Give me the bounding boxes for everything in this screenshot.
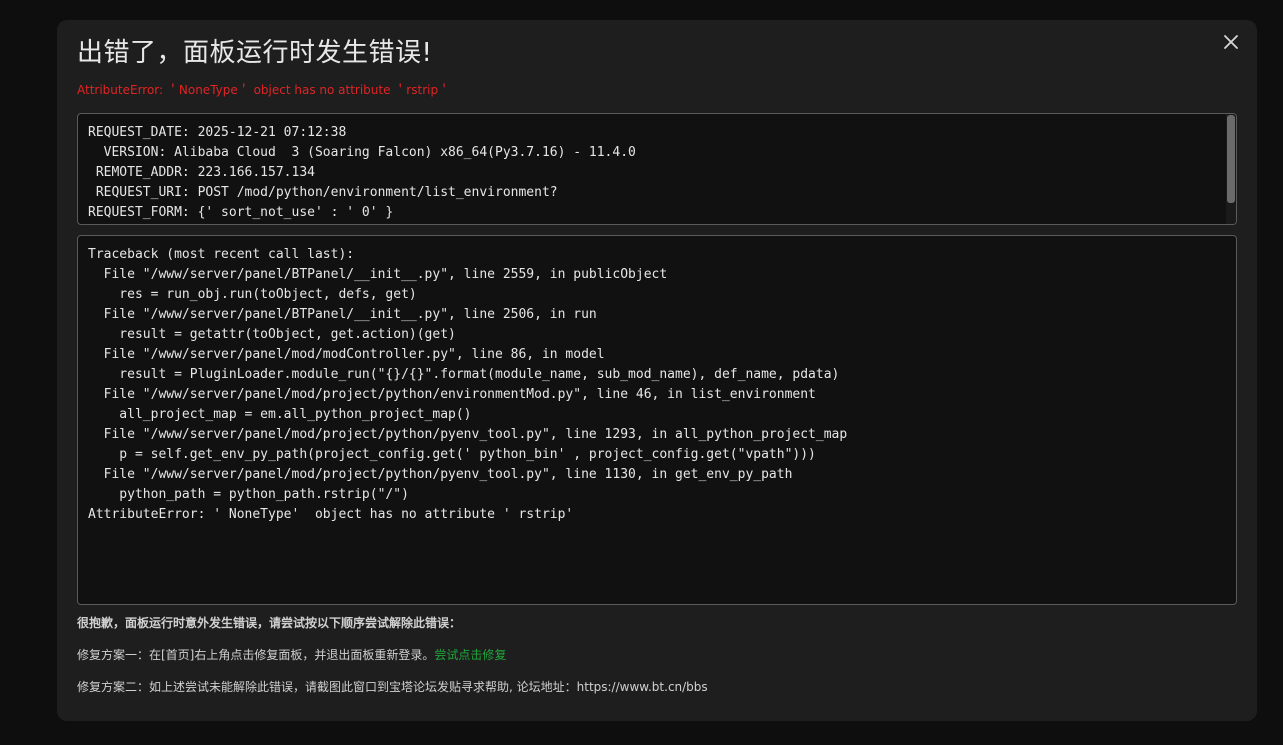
fix-option-1: 修复方案一：在[首页]右上角点击修复面板，并退出面板重新登录。尝试点击修复 (77, 646, 506, 663)
traceback-line: p = self.get_env_py_path(project_config.… (88, 447, 816, 462)
request-scrollbar-thumb[interactable] (1227, 115, 1235, 203)
traceback-box[interactable]: Traceback (most recent call last): File … (77, 235, 1237, 605)
request-uri-line: REQUEST_URI: POST /mod/python/environmen… (88, 185, 558, 200)
close-icon (1224, 35, 1238, 49)
remote-addr-line: REMOTE_ADDR: 223.166.157.134 (88, 165, 315, 180)
fix-option-2: 修复方案二：如上述尝试未能解除此错误，请截图此窗口到宝塔论坛发贴寻求帮助, 论坛… (77, 680, 708, 694)
version-line: VERSION: Alibaba Cloud 3 (Soaring Falcon… (88, 145, 636, 160)
dialog-title: 出错了，面板运行时发生错误! (77, 38, 433, 68)
request-form-line: REQUEST_FORM: {' sort_not_use' : ' 0' } (88, 205, 394, 220)
traceback-line: python_path = python_path.rstrip("/") (88, 487, 409, 502)
request-scroll-track[interactable] (1226, 114, 1236, 224)
request-info-box[interactable]: REQUEST_DATE: 2025-12-21 07:12:38 VERSIO… (77, 113, 1237, 225)
traceback-line: File "/www/server/panel/BTPanel/__init__… (88, 267, 668, 282)
fix-option-1-text: 修复方案一：在[首页]右上角点击修复面板，并退出面板重新登录。 (77, 648, 435, 662)
traceback-line: result = PluginLoader.module_run("{}/{}"… (88, 367, 840, 382)
close-button[interactable] (1220, 31, 1242, 53)
traceback-line: File "/www/server/panel/mod/project/pyth… (88, 427, 848, 442)
help-heading: 很抱歉，面板运行时意外发生错误，请尝试按以下顺序尝试解除此错误： (77, 616, 462, 630)
traceback-line: all_project_map = em.all_python_project_… (88, 407, 472, 422)
traceback-line: Traceback (most recent call last): (88, 247, 355, 262)
traceback-line: File "/www/server/panel/BTPanel/__init__… (88, 307, 597, 322)
error-dialog: 出错了，面板运行时发生错误! AttributeError: ＇NoneType… (57, 20, 1257, 721)
traceback-error-line: AttributeError: ' NoneType' object has n… (88, 507, 574, 522)
traceback-line: File "/www/server/panel/mod/project/pyth… (88, 387, 816, 402)
traceback-line: result = getattr(toObject, get.action)(g… (88, 327, 456, 342)
traceback-line: File "/www/server/panel/mod/modControlle… (88, 347, 605, 362)
traceback-line: res = run_obj.run(toObject, defs, get) (88, 287, 417, 302)
error-message: AttributeError: ＇NoneType＇ object has no… (77, 83, 451, 97)
traceback-line: File "/www/server/panel/mod/project/pyth… (88, 467, 793, 482)
try-repair-link[interactable]: 尝试点击修复 (434, 648, 506, 662)
request-date-line: REQUEST_DATE: 2025-12-21 07:12:38 (88, 125, 347, 140)
